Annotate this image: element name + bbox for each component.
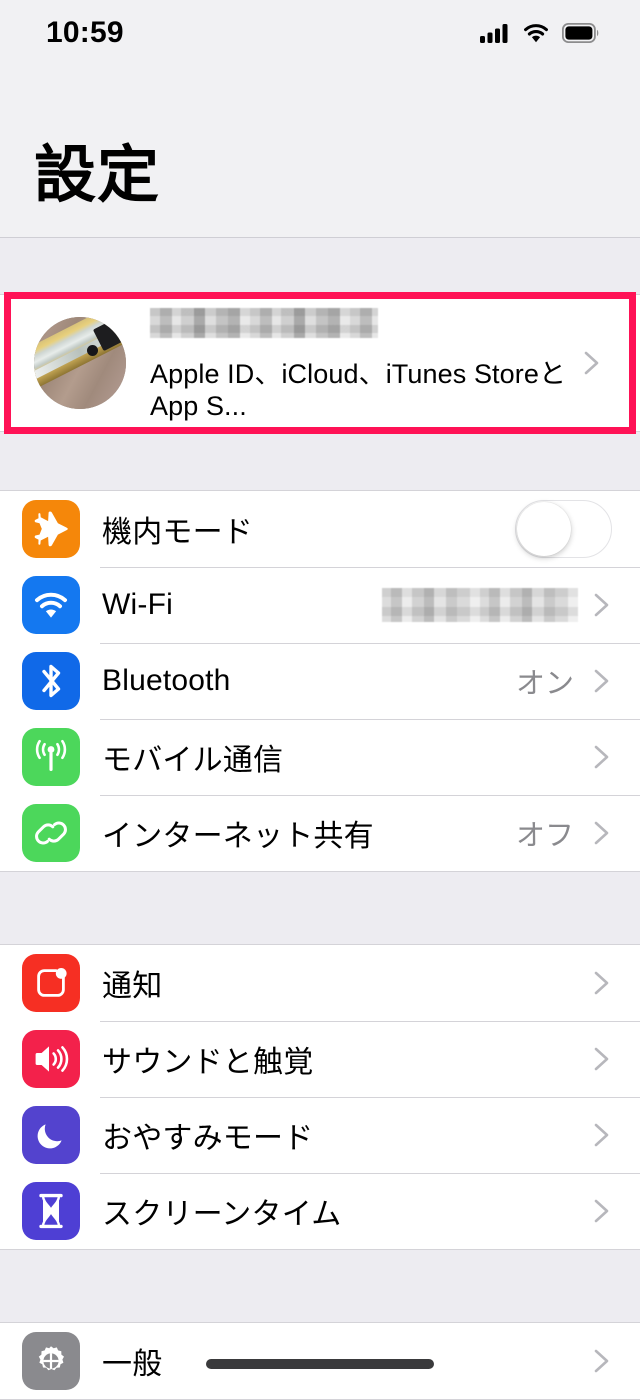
settings-row-label: スクリーンタイム — [102, 1198, 342, 1231]
chevron-right-icon — [588, 1046, 614, 1072]
account-text: Apple ID、iCloud、iTunes StoreとApp S... — [150, 304, 578, 422]
cellular-antenna-icon — [22, 728, 80, 786]
settings-row-label: Wi-Fi — [102, 588, 173, 621]
settings-row-label: 通知 — [102, 970, 163, 1003]
spacer-between-groups-1 — [0, 872, 640, 944]
page-title: 設定 — [34, 141, 161, 210]
chevron-right-icon — [588, 668, 614, 694]
wifi-value-redacted — [382, 588, 578, 622]
sounds-haptics-icon — [22, 1030, 80, 1088]
chevron-right-icon — [588, 820, 614, 846]
account-section: Apple ID、iCloud、iTunes StoreとApp S... — [0, 292, 640, 434]
home-indicator[interactable] — [206, 1359, 434, 1369]
wifi-icon — [22, 576, 80, 634]
page-header: 設定 — [0, 66, 640, 238]
toggle-knob — [517, 502, 571, 556]
spacer-below-account — [0, 434, 640, 490]
settings-row-cellular[interactable]: モバイル通信 — [0, 719, 640, 795]
settings-row-label: インターネット共有 — [102, 820, 374, 853]
avatar[interactable] — [34, 317, 126, 409]
battery-full-icon — [562, 23, 600, 43]
account-group: Apple ID、iCloud、iTunes StoreとApp S... — [0, 294, 640, 432]
settings-row-personal-hotspot[interactable]: インターネット共有 オフ — [0, 795, 640, 871]
gear-icon — [22, 1332, 80, 1390]
redaction-block — [150, 308, 378, 338]
connectivity-group: 機内モード Wi-Fi Bluetooth オン モバイル通信 インターネット共… — [0, 490, 640, 872]
chevron-right-icon — [588, 1198, 614, 1224]
chevron-right-icon — [588, 744, 614, 770]
settings-row-bluetooth[interactable]: Bluetooth オン — [0, 643, 640, 719]
chevron-right-icon — [588, 592, 614, 618]
do-not-disturb-moon-icon — [22, 1106, 80, 1164]
status-bar-time: 10:59 — [46, 16, 124, 49]
airplane-mode-toggle[interactable] — [515, 500, 612, 558]
settings-row-label: モバイル通信 — [102, 744, 284, 777]
bluetooth-status-value: オン — [515, 668, 574, 700]
settings-row-label: Bluetooth — [102, 664, 231, 697]
airplane-icon — [22, 500, 80, 558]
status-bar: 10:59 — [0, 0, 640, 66]
notifications-icon — [22, 954, 80, 1012]
settings-row-wifi[interactable]: Wi-Fi — [0, 567, 640, 643]
settings-row-airplane-mode[interactable]: 機内モード — [0, 491, 640, 567]
chevron-right-icon — [588, 970, 614, 996]
settings-row-sounds-haptics[interactable]: サウンドと触覚 — [0, 1021, 640, 1097]
status-bar-indicators — [480, 23, 600, 43]
account-name-redacted — [150, 304, 578, 338]
account-subtitle: Apple ID、iCloud、iTunes StoreとApp S... — [150, 359, 567, 421]
personal-hotspot-icon — [22, 804, 80, 862]
chevron-right-icon — [578, 350, 604, 376]
settings-row-label: サウンドと触覚 — [102, 1046, 314, 1079]
chevron-right-icon — [588, 1122, 614, 1148]
apple-id-row[interactable]: Apple ID、iCloud、iTunes StoreとApp S... — [0, 295, 640, 431]
settings-row-label: おやすみモード — [102, 1122, 314, 1155]
settings-row-label: 機内モード — [102, 516, 253, 549]
spacer-above-account — [0, 238, 640, 292]
cellular-bars-icon — [480, 23, 510, 43]
hotspot-status-value: オフ — [515, 820, 574, 852]
notifications-group: 通知 サウンドと触覚 おやすみモード スクリーンタイム — [0, 944, 640, 1250]
bluetooth-icon — [22, 652, 80, 710]
settings-row-notifications[interactable]: 通知 — [0, 945, 640, 1021]
chevron-right-icon — [588, 1348, 614, 1374]
spacer-between-groups-2 — [0, 1250, 640, 1322]
settings-row-do-not-disturb[interactable]: おやすみモード — [0, 1097, 640, 1173]
wifi-icon — [522, 23, 550, 43]
screen-time-hourglass-icon — [22, 1182, 80, 1240]
settings-row-screen-time[interactable]: スクリーンタイム — [0, 1173, 640, 1249]
